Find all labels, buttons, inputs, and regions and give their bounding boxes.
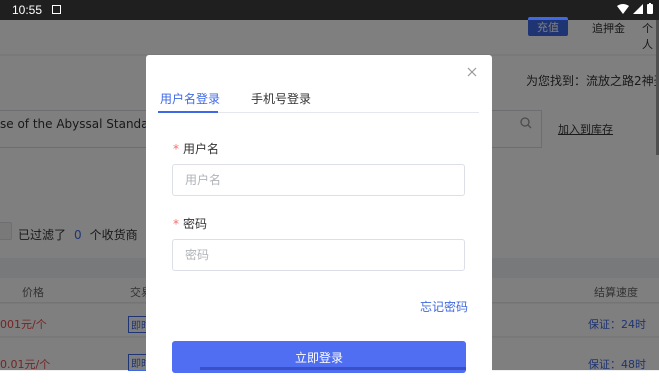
status-time: 10:55 (12, 3, 43, 17)
username-field-wrapper (172, 164, 465, 196)
forgot-password-link[interactable]: 忘记密码 (420, 298, 468, 315)
username-label: * 用户名 (173, 140, 219, 157)
required-mark: * (173, 142, 179, 156)
wifi-icon (617, 3, 629, 14)
password-label: * 密码 (173, 215, 207, 232)
required-mark: * (173, 217, 179, 231)
notification-icon (52, 5, 61, 14)
signal-icon (633, 3, 643, 14)
tab-phone-login[interactable]: 手机号登录 (251, 90, 311, 107)
password-input[interactable] (173, 240, 464, 270)
battery-icon (647, 3, 653, 14)
password-field-wrapper (172, 239, 465, 271)
username-label-text: 用户名 (183, 142, 220, 156)
close-icon[interactable] (467, 67, 477, 77)
password-label-text: 密码 (183, 217, 208, 231)
tab-username-login[interactable]: 用户名登录 (160, 90, 220, 107)
status-icons (617, 3, 653, 14)
tab-active-indicator (158, 111, 218, 113)
username-input[interactable] (173, 165, 464, 195)
